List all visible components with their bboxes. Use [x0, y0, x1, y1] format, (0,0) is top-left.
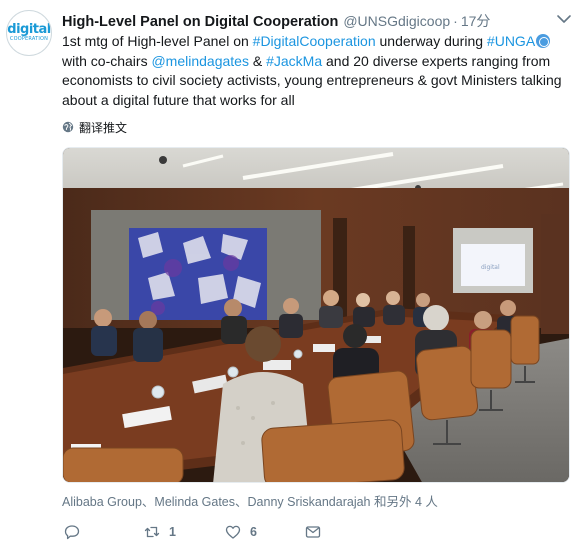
hashtag-link[interactable]: #UNGA	[487, 33, 535, 49]
like-icon	[225, 525, 241, 539]
reply-button[interactable]	[64, 521, 89, 543]
translate-tweet-button[interactable]: 翻译推文	[62, 119, 127, 135]
tweet-actions: 1 6	[62, 521, 362, 543]
retweet-button[interactable]: 1	[144, 521, 176, 543]
tweet-header: High-Level Panel on Digital Cooperation …	[62, 11, 491, 31]
avatar-logo-text: digital	[7, 22, 51, 37]
chevron-down-icon[interactable]	[555, 12, 573, 26]
svg-text:digital: digital	[481, 264, 500, 271]
author-display-name[interactable]: High-Level Panel on Digital Cooperation	[62, 14, 338, 30]
avatar[interactable]: digital COOPERATION	[6, 10, 52, 56]
meeting-room-photo: digital	[63, 148, 569, 482]
direct-message-button[interactable]	[305, 521, 330, 543]
tweet-text: 1st mtg of High-level Panel on #DigitalC…	[62, 32, 567, 110]
hashtag-link[interactable]: #JackMa	[266, 53, 322, 69]
tagged-people[interactable]: Alibaba Group、Melinda Gates、Danny Sriska…	[62, 491, 438, 510]
tweet-text-part: 1st mtg of High-level Panel on	[62, 33, 253, 49]
author-handle[interactable]: @UNSGdigicoop	[343, 13, 450, 29]
like-count: 6	[250, 525, 257, 539]
mention-link[interactable]: @melindagates	[151, 53, 249, 69]
retweet-icon	[144, 526, 160, 538]
tweet-text-part: with co-chairs	[62, 52, 152, 69]
tweet-timestamp[interactable]: 17分	[461, 11, 491, 31]
retweet-count: 1	[169, 525, 176, 539]
tweet-text-part: underway during	[375, 33, 487, 49]
like-button[interactable]: 6	[225, 521, 257, 543]
avatar-logo-subtext: COOPERATION	[9, 36, 49, 42]
hashtag-link[interactable]: #DigitalCooperation	[253, 33, 376, 49]
un-emoji-icon	[536, 34, 551, 48]
globe-icon	[62, 121, 74, 133]
translate-label: 翻译推文	[79, 120, 128, 135]
tweet-card[interactable]: digital COOPERATION High-Level Panel on …	[0, 0, 587, 559]
tweet-photo[interactable]: digital	[62, 147, 570, 483]
reply-icon	[64, 525, 80, 540]
tweet-text-part: &	[248, 52, 267, 69]
direct-message-icon	[305, 526, 321, 538]
header-separator: ·	[453, 13, 458, 29]
